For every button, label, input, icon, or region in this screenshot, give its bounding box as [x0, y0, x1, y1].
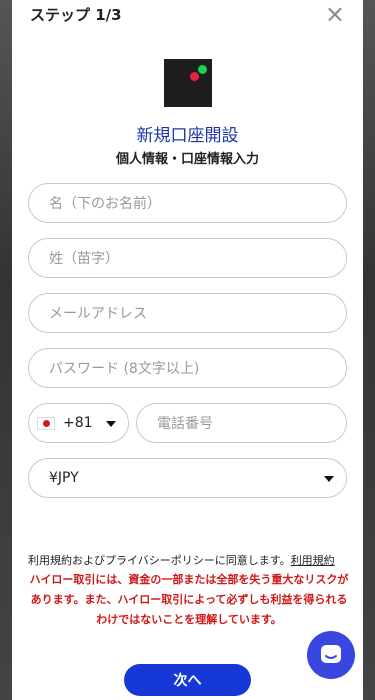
chat-button[interactable] — [307, 631, 355, 679]
chevron-down-icon — [106, 421, 116, 427]
phone-country-select[interactable]: +81 — [28, 403, 129, 443]
password-placeholder: パスワード (8文字以上) — [49, 361, 200, 377]
logo-red-dot — [190, 72, 199, 81]
next-button[interactable]: 次へ — [124, 664, 251, 696]
password-field[interactable]: パスワード (8文字以上) — [28, 348, 347, 388]
step-indicator: ステップ 1/3 — [30, 6, 122, 24]
email-placeholder: メールアドレス — [49, 306, 147, 322]
email-field[interactable]: メールアドレス — [28, 293, 347, 333]
logo-green-dot — [198, 65, 207, 74]
brand-logo — [164, 59, 212, 107]
backdrop-right-edge — [363, 0, 375, 700]
page-subtitle: 個人情報・口座情報入力 — [115, 152, 259, 167]
page-title: 新規口座開設 — [136, 126, 239, 146]
phone-number-field[interactable]: 電話番号 — [136, 403, 347, 443]
first-name-placeholder: 名（下のお名前） — [49, 196, 161, 212]
japan-flag-icon — [37, 416, 55, 430]
currency-select[interactable]: ¥JPY — [28, 458, 347, 498]
close-icon[interactable]: × — [325, 2, 345, 26]
last-name-placeholder: 姓（苗字） — [49, 251, 119, 267]
chevron-down-icon — [324, 476, 334, 482]
backdrop-left-edge — [0, 0, 12, 700]
consent-label: 利用規約およびプライバシーポリシーに同意します。 — [28, 554, 291, 567]
currency-value: ¥JPY — [49, 470, 79, 486]
last-name-field[interactable]: 姓（苗字） — [28, 238, 347, 278]
phone-country-code: +81 — [63, 415, 93, 431]
phone-number-placeholder: 電話番号 — [157, 416, 213, 432]
first-name-field[interactable]: 名（下のお名前） — [28, 183, 347, 223]
risk-warning: ハイロー取引には、資金の一部または全部を失う重大なリスクがあります。また、ハイロ… — [29, 573, 349, 626]
chat-icon — [321, 645, 341, 663]
terms-link[interactable]: 利用規約 — [291, 554, 335, 567]
signup-modal: ステップ 1/3 × 新規口座開設 個人情報・口座情報入力 名（下のお名前） 姓… — [12, 0, 363, 700]
consent-text: 利用規約およびプライバシーポリシーに同意します。利用規約 — [28, 551, 350, 571]
